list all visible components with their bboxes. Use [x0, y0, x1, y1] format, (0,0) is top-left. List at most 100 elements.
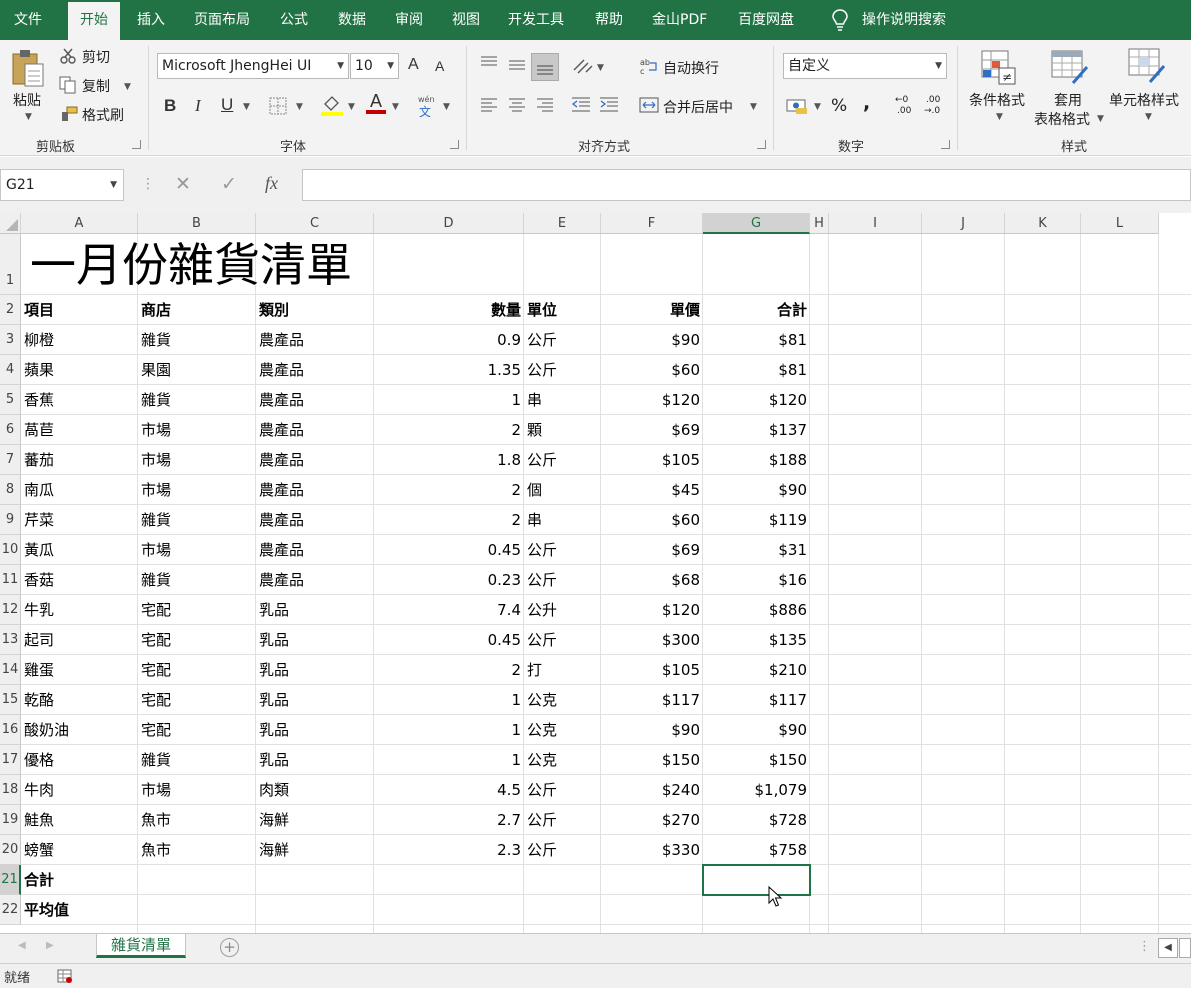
sheet-tab-groceries[interactable]: 雜貨清單	[96, 934, 186, 958]
cell-unit-price[interactable]: $150	[601, 745, 703, 775]
cell-total[interactable]: $188	[703, 445, 810, 475]
decrease-indent-icon[interactable]	[571, 97, 591, 113]
cell-unit-price[interactable]: $60	[601, 505, 703, 535]
borders-icon[interactable]	[269, 97, 287, 115]
merge-dropdown-icon[interactable]: ▼	[750, 102, 757, 112]
cell-store[interactable]: 宅配	[138, 655, 256, 685]
cell-store[interactable]: 宅配	[138, 625, 256, 655]
cell-unit[interactable]: 單位	[524, 295, 601, 325]
row-header-4[interactable]: 4	[0, 355, 21, 385]
decrease-decimal-top[interactable]: .00	[926, 95, 940, 105]
cell-store[interactable]: 商店	[138, 295, 256, 325]
cell-item[interactable]: 柳橙	[21, 325, 138, 355]
paste-dropdown-icon[interactable]: ▼	[25, 112, 32, 122]
cell-quantity[interactable]: 數量	[374, 295, 524, 325]
row-header-21[interactable]: 21	[0, 865, 21, 895]
row-header-19[interactable]: 19	[0, 805, 21, 835]
cell-store[interactable]: 市場	[138, 535, 256, 565]
cell-total[interactable]: $31	[703, 535, 810, 565]
grow-font-button[interactable]: A	[408, 56, 419, 74]
cell-unit[interactable]: 公斤	[524, 835, 601, 865]
row-header-22[interactable]: 22	[0, 895, 21, 925]
align-top-icon[interactable]	[480, 56, 498, 70]
cell-item[interactable]: 香菇	[21, 565, 138, 595]
cell-total[interactable]: $135	[703, 625, 810, 655]
cell-item[interactable]: 合計	[21, 865, 138, 895]
orientation-icon[interactable]	[572, 56, 594, 76]
cell-total[interactable]: $886	[703, 595, 810, 625]
cell-unit-price[interactable]: $117	[601, 685, 703, 715]
column-header-e[interactable]: E	[524, 213, 601, 234]
align-center-icon[interactable]	[508, 98, 526, 112]
column-header-k[interactable]: K	[1005, 213, 1081, 234]
tab-page-layout[interactable]: 页面布局	[194, 0, 250, 40]
cell-store[interactable]: 雜貨	[138, 565, 256, 595]
cell-store[interactable]: 雜貨	[138, 745, 256, 775]
cell-unit[interactable]: 公斤	[524, 775, 601, 805]
paste-button[interactable]: 粘贴	[13, 90, 41, 110]
cell-unit-price[interactable]: $105	[601, 445, 703, 475]
increase-decimal-top[interactable]: ←0	[895, 95, 908, 105]
cell-quantity[interactable]: 2	[374, 475, 524, 505]
cell-category[interactable]: 農產品	[256, 385, 374, 415]
cell-quantity[interactable]: 7.4	[374, 595, 524, 625]
column-header-j[interactable]: J	[922, 213, 1005, 234]
cell-unit[interactable]: 打	[524, 655, 601, 685]
cell-unit[interactable]: 公斤	[524, 445, 601, 475]
cell-unit[interactable]: 串	[524, 385, 601, 415]
cell-total[interactable]: 合計	[703, 295, 810, 325]
row-header-11[interactable]: 11	[0, 565, 21, 595]
cell-item[interactable]: 起司	[21, 625, 138, 655]
fill-color-dropdown-icon[interactable]: ▼	[348, 102, 355, 112]
cell-category[interactable]: 海鮮	[256, 835, 374, 865]
row-header-8[interactable]: 8	[0, 475, 21, 505]
cell-item[interactable]: 項目	[21, 295, 138, 325]
increase-indent-icon[interactable]	[599, 97, 619, 113]
cell-unit-price[interactable]: $300	[601, 625, 703, 655]
cell-quantity[interactable]: 1.35	[374, 355, 524, 385]
phonetic-dropdown-icon[interactable]: ▼	[443, 102, 450, 112]
cell-total[interactable]: $120	[703, 385, 810, 415]
cell-unit[interactable]: 公升	[524, 595, 601, 625]
cell-quantity[interactable]: 0.45	[374, 625, 524, 655]
cell-item[interactable]: 優格	[21, 745, 138, 775]
row-header-7[interactable]: 7	[0, 445, 21, 475]
font-launcher-icon[interactable]	[450, 140, 459, 149]
column-header-h[interactable]: H	[810, 213, 829, 234]
cell-quantity[interactable]: 1	[374, 385, 524, 415]
cell-unit[interactable]: 公克	[524, 685, 601, 715]
row-header-14[interactable]: 14	[0, 655, 21, 685]
font-size-combo[interactable]: 10 ▼	[350, 53, 399, 79]
row-header-6[interactable]: 6	[0, 415, 21, 445]
row-header-15[interactable]: 15	[0, 685, 21, 715]
paste-icon[interactable]	[11, 48, 45, 88]
cell-item[interactable]: 蕃茄	[21, 445, 138, 475]
cell-store[interactable]: 宅配	[138, 685, 256, 715]
cell-total[interactable]: $1,079	[703, 775, 810, 805]
cell-unit[interactable]: 公克	[524, 715, 601, 745]
cell-unit-price[interactable]: $90	[601, 325, 703, 355]
align-bottom-button[interactable]	[531, 53, 559, 81]
cell-unit[interactable]: 公斤	[524, 325, 601, 355]
select-all-corner[interactable]	[0, 213, 21, 234]
cell-category[interactable]: 乳品	[256, 595, 374, 625]
tab-view[interactable]: 视图	[452, 0, 480, 40]
format-as-table-dropdown-icon[interactable]: ▼	[1097, 114, 1104, 124]
column-header-a[interactable]: A	[21, 213, 138, 234]
cell-category[interactable]: 海鮮	[256, 805, 374, 835]
orientation-dropdown-icon[interactable]: ▼	[597, 63, 604, 73]
active-cell-selection[interactable]	[702, 864, 811, 896]
cell-item[interactable]: 蘋果	[21, 355, 138, 385]
format-as-table-button[interactable]: 表格格式	[1034, 109, 1090, 129]
row-header-10[interactable]: 10	[0, 535, 21, 565]
tab-scroll-right-icon[interactable]: ▶	[46, 940, 54, 951]
cell-store[interactable]: 魚市	[138, 805, 256, 835]
tab-help[interactable]: 帮助	[595, 0, 623, 40]
cell-category[interactable]: 農產品	[256, 565, 374, 595]
column-header-g[interactable]: G	[703, 213, 810, 234]
cell-unit[interactable]: 公克	[524, 745, 601, 775]
cell-store[interactable]: 市場	[138, 415, 256, 445]
column-header-b[interactable]: B	[138, 213, 256, 234]
align-right-icon[interactable]	[536, 98, 554, 112]
add-sheet-button[interactable]: +	[220, 938, 239, 957]
